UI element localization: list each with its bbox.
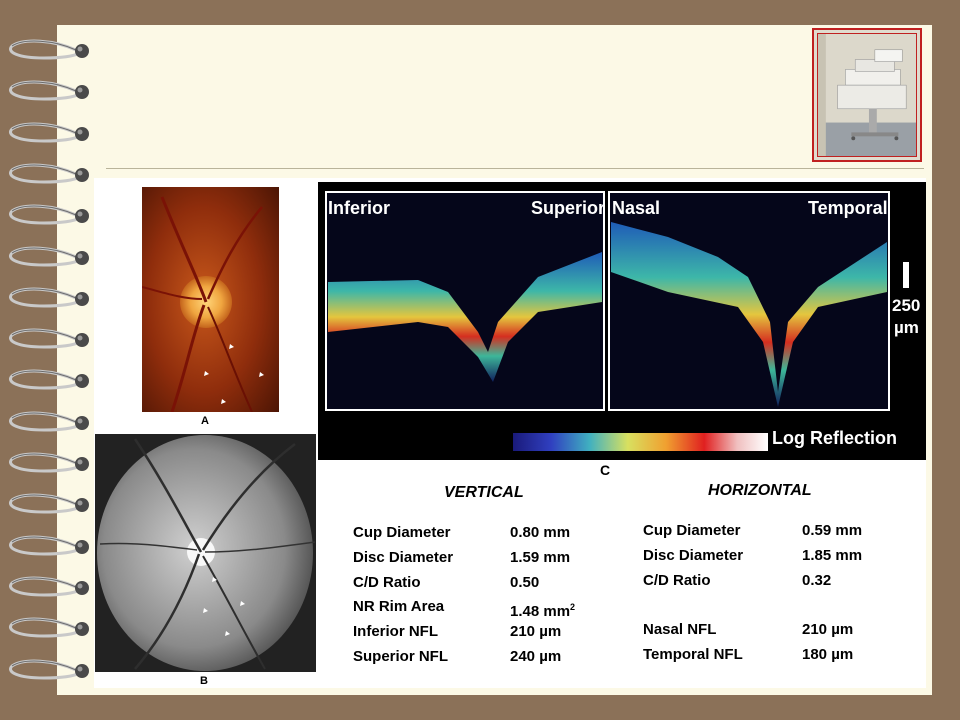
- vertical-row-value: 1.48 mm2: [510, 602, 576, 621]
- fundus-photo-a: [142, 187, 279, 412]
- oct-label-temporal: Temporal: [808, 198, 888, 218]
- horizontal-row-name: Cup Diameter: [643, 522, 741, 539]
- spiral-coil: [4, 656, 92, 686]
- spiral-coil: [4, 201, 92, 231]
- oct-scale-value: 250: [892, 296, 921, 315]
- vertical-row-value: 0.80 mm: [510, 524, 571, 541]
- vertical-measure-names: Cup Diameter Disc Diameter C/D Ratio NR Rim…: [353, 521, 453, 670]
- vertical-row-value: 1.59 mm: [510, 548, 571, 566]
- vertical-measure-values: 0.80 mm 1.59 mm 0.50 1.48 mm2 210 µm 240 µm: [510, 521, 575, 670]
- oct-machine-thumbnail[interactable]: [812, 28, 922, 162]
- horizontal-measure-names: Cup Diameter Disc Diameter C/D Ratio Nasal …: [643, 519, 743, 668]
- spiral-coil: [4, 36, 92, 66]
- oct-scale-unit: µm: [894, 318, 919, 337]
- figure-label-a: A: [201, 415, 209, 427]
- vertical-row-name: Cup Diameter: [353, 524, 451, 541]
- spiral-coil: [4, 573, 92, 603]
- figure-label-b: B: [200, 675, 208, 687]
- horizontal-row-value: 210 µm: [802, 621, 854, 639]
- vertical-row-value: 210 µm: [510, 623, 562, 641]
- spiral-coil: [4, 614, 92, 644]
- oct-label-nasal: Nasal: [612, 198, 661, 218]
- vertical-row-value: 0.50: [510, 573, 540, 591]
- horizontal-row-name: [643, 593, 743, 618]
- horizontal-row-name: Nasal NFL: [643, 621, 717, 639]
- oct-machine-image: [817, 33, 917, 157]
- vertical-row-name: Superior NFL: [353, 647, 449, 665]
- vertical-row-value: 240 µm: [510, 647, 562, 665]
- spiral-coil: [4, 243, 92, 273]
- horizontal-row-name: Temporal NFL: [643, 645, 743, 663]
- spiral-coil: [4, 408, 92, 438]
- spiral-coil: [4, 449, 92, 479]
- oct-label-inferior: Inferior: [328, 198, 391, 218]
- spiral-coil: [4, 490, 92, 520]
- oct-scan-panel: Inferior Superior Nasal Temporal 250 µm …: [318, 182, 926, 460]
- horizontal-measure-values: 0.59 mm 1.85 mm 0.32 210 µm 180 µm: [802, 519, 862, 668]
- spiral-coil: [4, 532, 92, 562]
- horizontal-row-value: 0.32: [802, 571, 832, 589]
- vertical-header: VERTICAL: [444, 484, 524, 501]
- horizontal-row-value: 180 µm: [802, 645, 854, 663]
- horizontal-header: HORIZONTAL: [708, 482, 812, 499]
- horizontal-row-value: 0.59 mm: [802, 522, 863, 539]
- horizontal-row-name: Disc Diameter: [643, 546, 744, 564]
- spiral-coil: [4, 325, 92, 355]
- fundus-photo-b: [95, 434, 316, 672]
- colorbar-label: Log Reflection: [772, 428, 897, 448]
- spiral-coil: [4, 366, 92, 396]
- vertical-row-name: NR Rim Area: [353, 598, 445, 616]
- spiral-coil: [4, 284, 92, 314]
- horizontal-row-value: [802, 593, 862, 618]
- figure-label-c: C: [600, 462, 611, 478]
- header-divider: [106, 168, 924, 169]
- oct-label-superior: Superior: [531, 198, 606, 218]
- vertical-row-name: C/D Ratio: [353, 573, 421, 591]
- vertical-row-name: Inferior NFL: [353, 623, 438, 641]
- spiral-coil: [4, 77, 92, 107]
- spiral-coil: [4, 119, 92, 149]
- vertical-row-name: Disc Diameter: [353, 548, 454, 566]
- horizontal-row-name: C/D Ratio: [643, 571, 711, 589]
- spiral-coil: [4, 160, 92, 190]
- horizontal-row-value: 1.85 mm: [802, 546, 863, 564]
